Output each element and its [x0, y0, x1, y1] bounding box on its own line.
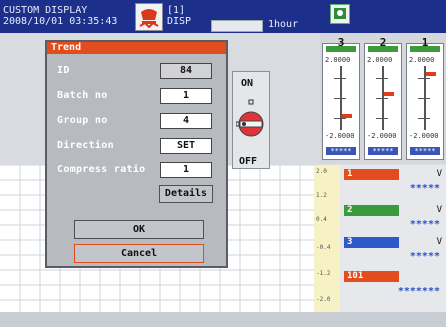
meter-channel-1: 1 2.0000 -2.0000 *****	[406, 36, 444, 160]
bottom-strip	[0, 312, 446, 327]
alarm-bell-icon[interactable]	[135, 3, 163, 31]
cancel-button[interactable]: Cancel	[74, 244, 204, 263]
digital-channel-label: 2	[344, 205, 399, 216]
scale-label: 1.2	[316, 192, 327, 199]
meter-tick	[376, 118, 388, 119]
digital-value: *******	[397, 286, 440, 297]
field-label-compress: Compress ratio	[57, 164, 146, 175]
on-off-switch[interactable]: ON OFF	[232, 71, 270, 169]
meter-top-value: 2.0000	[409, 56, 435, 64]
meter-level-marker	[342, 114, 352, 118]
digital-value: *****	[409, 183, 440, 194]
meter-channel-3: 3 2.0000 -2.0000 *****	[322, 36, 360, 160]
digital-channel-label: 1	[344, 169, 399, 180]
meter-tick	[334, 118, 346, 119]
scale-label: -1.2	[316, 270, 331, 277]
digital-channel-label: 101	[344, 271, 399, 282]
group-no-field[interactable]: 4	[160, 113, 212, 129]
meter-readout: *****	[410, 147, 440, 155]
meter-channel-2: 2 2.0000 -2.0000 *****	[364, 36, 402, 160]
digital-unit: V	[436, 205, 442, 215]
digital-unit: V	[436, 237, 442, 247]
trend-dialog: Trend ID 84 Batch no 1 Group no 4 Direct…	[45, 40, 228, 268]
meter-bottom-value: -2.0000	[325, 132, 355, 140]
meter-status-indicator	[326, 46, 356, 52]
meter-tick	[376, 98, 388, 99]
status-monitor-icon[interactable]	[330, 4, 350, 24]
scale-label: 2.0	[316, 168, 327, 175]
datetime: 2008/10/01 03:35:43	[3, 16, 118, 27]
meter-bottom-value: -2.0000	[409, 132, 439, 140]
field-id-value: 84	[160, 63, 212, 79]
meter-bottom-value: -2.0000	[367, 132, 397, 140]
batch-no-field[interactable]: 1	[160, 88, 212, 104]
scale-label: -2.0	[316, 296, 331, 303]
display-title: CUSTOM DISPLAY	[3, 5, 88, 16]
trend-scale: 2.0 1.2 0.4 -0.4 -1.2 -2.0	[314, 165, 340, 312]
disp-label: DISP	[167, 16, 192, 27]
time-span-bar	[211, 20, 263, 32]
switch-on-label: ON	[241, 78, 254, 89]
field-label-direction: Direction	[57, 140, 114, 151]
meter-tick	[376, 78, 388, 79]
meter-top-value: 2.0000	[367, 56, 393, 64]
details-button[interactable]: Details	[159, 185, 213, 203]
switch-off-label: OFF	[239, 156, 258, 167]
scale-label: -0.4	[316, 244, 331, 251]
meter-level-marker	[384, 92, 394, 96]
meter-top-value: 2.0000	[325, 56, 351, 64]
digital-readouts: 1 V ***** 2 V ***** 3 V ***** 101 ******…	[340, 165, 446, 312]
meter-status-indicator	[368, 46, 398, 52]
direction-field[interactable]: SET	[160, 138, 212, 154]
meter-tick	[334, 98, 346, 99]
status-bar: CUSTOM DISPLAY 2008/10/01 03:35:43 [1] D…	[0, 0, 446, 33]
time-span: 1hour	[268, 19, 299, 30]
meter-tick	[418, 118, 430, 119]
meter-level-marker	[426, 72, 436, 76]
meter-tick	[418, 98, 430, 99]
ok-button[interactable]: OK	[74, 220, 204, 239]
meter-readout: *****	[368, 147, 398, 155]
dialog-title: Trend	[47, 42, 226, 54]
digital-channel-label: 3	[344, 237, 399, 248]
meter-status-indicator	[410, 46, 440, 52]
digital-value: *****	[409, 219, 440, 230]
meter-tick	[418, 78, 430, 79]
field-label-id: ID	[57, 65, 70, 76]
digital-value: *****	[409, 251, 440, 262]
scale-label: 0.4	[316, 216, 327, 223]
compress-ratio-field[interactable]: 1	[160, 162, 212, 178]
meter-readout: *****	[326, 147, 356, 155]
rotary-switch-icon[interactable]	[235, 98, 266, 146]
meter-tick	[334, 78, 346, 79]
field-label-group: Group no	[57, 115, 108, 126]
bar-meters-panel: 3 2.0000 -2.0000 ***** 2 2.0000 -2.0000 …	[320, 33, 446, 163]
digital-unit: V	[436, 169, 442, 179]
group-index: [1]	[167, 5, 186, 16]
field-label-batch: Batch no	[57, 90, 108, 101]
